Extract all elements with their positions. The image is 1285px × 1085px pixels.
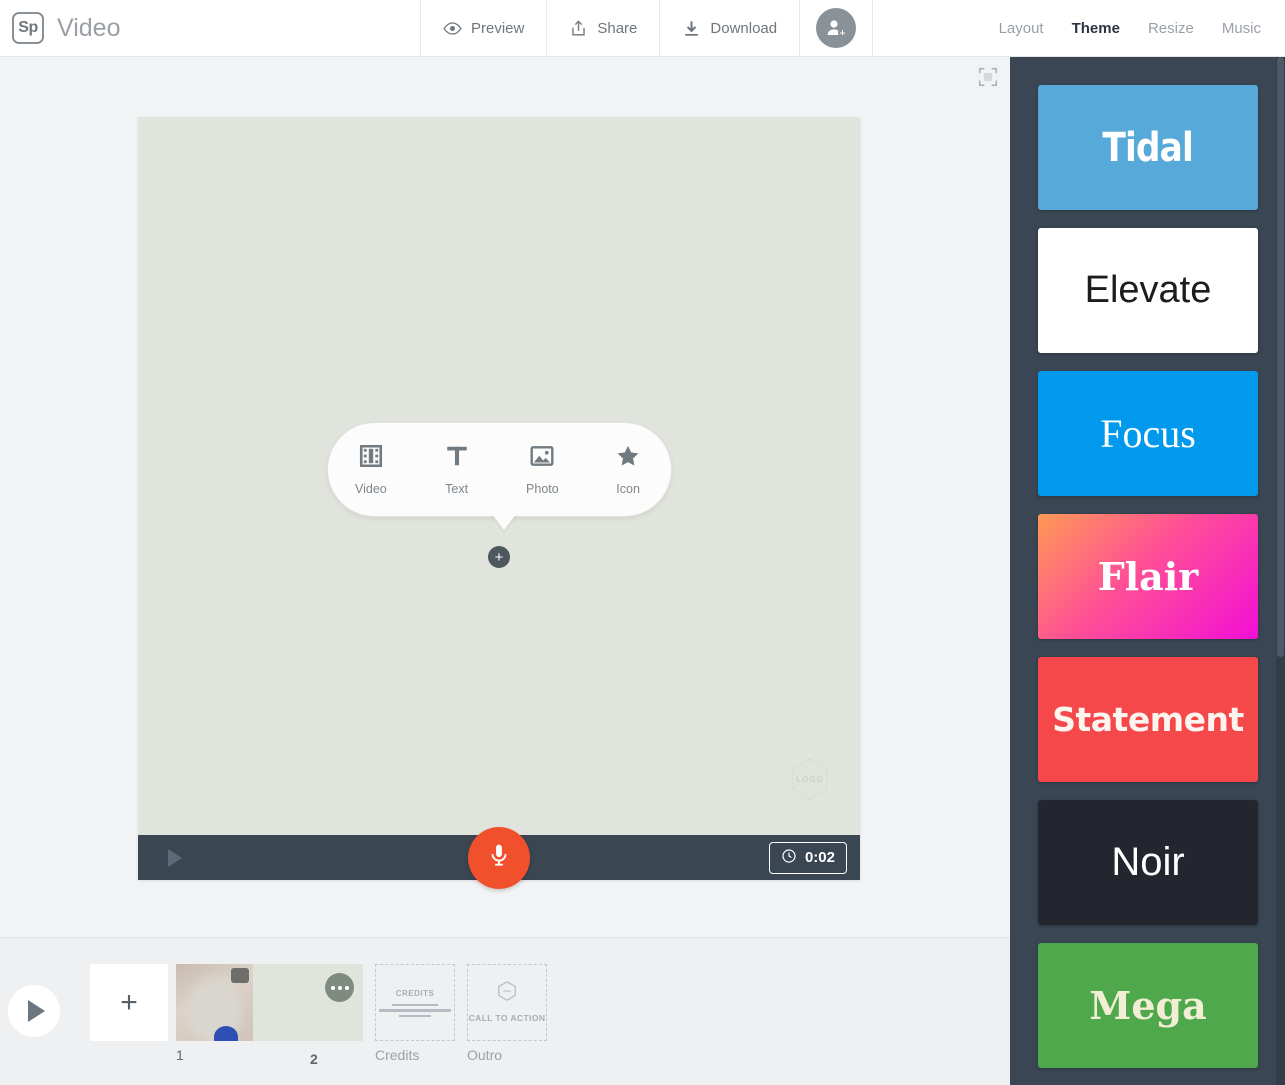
duration-value: 0:02 <box>804 849 835 866</box>
slide-thumbnail <box>176 964 253 1041</box>
credits-placeholder: CREDITS <box>375 964 455 1041</box>
logo-placeholder-watermark[interactable]: LOGO <box>787 756 833 802</box>
invite-collaborator-button[interactable] <box>799 0 874 56</box>
logo-hex-icon <box>496 980 518 1007</box>
avatar <box>816 8 857 48</box>
clock-icon <box>781 848 797 868</box>
timeline-outro-slide[interactable]: CALL TO ACTION Outro <box>467 964 547 1063</box>
timeline-credits-slide[interactable]: CREDITS Credits <box>375 964 455 1063</box>
download-label: Download <box>710 19 778 37</box>
player-bar: 0:02 <box>138 826 860 889</box>
theme-name: Statement <box>1052 700 1244 739</box>
more-options-icon[interactable] <box>325 973 354 1002</box>
popover-tail <box>491 513 517 530</box>
video-canvas[interactable]: LOGO Video Text Photo Icon + <box>138 117 860 835</box>
timeline-play-button[interactable] <box>8 985 60 1037</box>
add-element-popover: Video Text Photo Icon <box>327 422 672 517</box>
theme-panel-scrollbar[interactable] <box>1276 57 1285 1085</box>
theme-name: Focus <box>1100 411 1196 456</box>
star-icon <box>615 443 641 474</box>
eye-icon <box>443 19 462 38</box>
record-voice-button[interactable] <box>468 826 530 889</box>
editor-stage: LOGO Video Text Photo Icon + 0:02 <box>0 57 1010 937</box>
theme-name: Noir <box>1111 840 1185 884</box>
credits-lines-icon <box>376 1003 454 1017</box>
timeline-slide-2[interactable]: 2 <box>253 964 363 1067</box>
credits-label: Credits <box>375 1047 420 1063</box>
add-slide-button[interactable]: + <box>90 964 168 1041</box>
call-to-action-text: CALL TO ACTION <box>468 1013 546 1024</box>
theme-card-mega[interactable]: Mega <box>1038 943 1258 1068</box>
theme-name: Elevate <box>1084 269 1212 311</box>
theme-card-focus[interactable]: Focus <box>1038 371 1258 496</box>
nav-item-theme[interactable]: Theme <box>1072 20 1120 37</box>
add-photo-option[interactable]: Photo <box>505 443 579 496</box>
fullscreen-icon[interactable] <box>977 66 999 88</box>
duration-badge: 0:02 <box>768 841 847 874</box>
add-video-label: Video <box>355 482 387 496</box>
theme-name: Mega <box>1089 983 1207 1028</box>
video-canvas-wrapper: LOGO Video Text Photo Icon + 0:02 <box>138 117 860 889</box>
add-element-button[interactable]: + <box>488 546 510 568</box>
theme-card-noir[interactable]: Noir <box>1038 800 1258 925</box>
brand: Sp Video <box>0 0 420 56</box>
timeline-slide-1[interactable]: 1 <box>176 964 253 1063</box>
theme-card-elevate[interactable]: Elevate <box>1038 228 1258 353</box>
slide-number: 2 <box>310 1051 318 1067</box>
add-video-option[interactable]: Video <box>334 443 408 496</box>
theme-name: Tidal <box>1102 124 1194 171</box>
spark-logo-icon: Sp <box>12 12 44 44</box>
outro-label: Outro <box>467 1047 503 1063</box>
logo-watermark-label: LOGO <box>796 774 824 784</box>
outro-placeholder: CALL TO ACTION <box>467 964 547 1041</box>
download-icon <box>682 19 701 38</box>
download-button[interactable]: Download <box>659 0 799 56</box>
photo-icon <box>529 443 555 474</box>
share-icon <box>569 19 588 38</box>
share-label: Share <box>597 19 638 37</box>
timeline: + 1 2 CREDITS Credits CALL TO ACTION Out… <box>0 937 1010 1085</box>
play-icon[interactable] <box>168 848 182 867</box>
add-photo-label: Photo <box>526 482 559 496</box>
theme-name: Flair <box>1097 554 1199 599</box>
add-text-option[interactable]: Text <box>420 443 494 496</box>
theme-card-statement[interactable]: Statement <box>1038 657 1258 782</box>
theme-card-tidal[interactable]: Tidal <box>1038 85 1258 210</box>
theme-card-flair[interactable]: Flair <box>1038 514 1258 639</box>
timeline-slides: + 1 2 CREDITS Credits CALL TO ACTION Out… <box>60 964 547 1067</box>
credits-title: CREDITS <box>395 988 435 998</box>
add-icon-option[interactable]: Icon <box>591 443 665 496</box>
add-icon-label: Icon <box>616 482 640 496</box>
nav-item-layout[interactable]: Layout <box>999 20 1044 37</box>
slide-number: 1 <box>176 1047 184 1063</box>
scrollbar-thumb[interactable] <box>1277 57 1284 657</box>
microphone-icon <box>486 842 512 873</box>
theme-list: Tidal Elevate Focus Flair Statement Noir… <box>1038 85 1265 1068</box>
add-text-label: Text <box>445 482 469 496</box>
film-icon <box>358 443 384 474</box>
app-title: Video <box>57 13 121 42</box>
top-bar: Sp Video Preview Share Download Layout T… <box>0 0 1285 57</box>
play-icon <box>27 1000 45 1022</box>
preview-button[interactable]: Preview <box>420 0 546 56</box>
preview-label: Preview <box>471 19 525 37</box>
theme-panel: Tidal Elevate Focus Flair Statement Noir… <box>1010 57 1285 1085</box>
nav-item-music[interactable]: Music <box>1222 20 1261 37</box>
share-button[interactable]: Share <box>546 0 659 56</box>
text-icon <box>444 443 470 474</box>
nav-item-resize[interactable]: Resize <box>1148 20 1194 37</box>
top-actions: Preview Share Download <box>420 0 874 56</box>
top-nav: Layout Theme Resize Music <box>999 0 1285 56</box>
